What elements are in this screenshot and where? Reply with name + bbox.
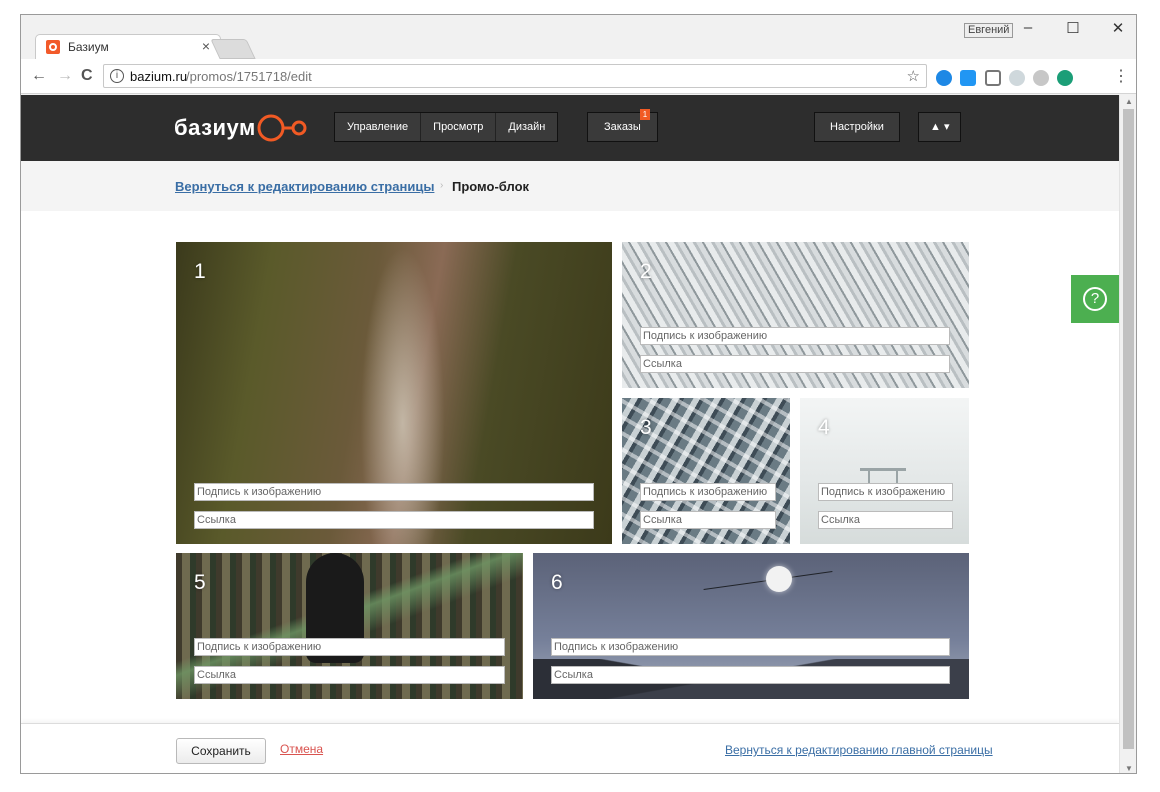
browser-menu-icon[interactable]: ⋮: [1113, 66, 1129, 86]
address-bar[interactable]: i bazium.ru /promos/1751718/edit ☆: [103, 64, 927, 88]
minimize-button[interactable]: –: [1013, 19, 1043, 36]
breadcrumb-back-link[interactable]: Вернуться к редактированию страницы: [175, 179, 434, 194]
scroll-up-icon[interactable]: ▲: [1125, 97, 1133, 106]
nav-design[interactable]: Дизайн: [496, 113, 558, 141]
pier-illustration: [860, 468, 906, 489]
user-menu-button[interactable]: ▲ ▾: [919, 113, 961, 141]
tile-number: 1: [194, 260, 206, 283]
tile-link-input[interactable]: [194, 511, 594, 529]
tab-title: Базиум: [68, 40, 109, 54]
reload-icon[interactable]: C: [81, 67, 93, 85]
tile-number: 5: [194, 571, 206, 594]
browser-tab[interactable]: Базиум ×: [35, 34, 221, 59]
nav-preview[interactable]: Просмотр: [421, 113, 497, 141]
moon-illustration: [766, 566, 792, 592]
site-logo-icon[interactable]: [257, 114, 309, 142]
site-header: базиум Управление Просмотр Дизайн Заказы…: [21, 95, 1119, 161]
breadcrumb-current: Промо-блок: [452, 179, 530, 194]
back-to-main-link[interactable]: Вернуться к редактированию главной стран…: [725, 743, 993, 757]
forward-arrow-icon[interactable]: →: [57, 67, 73, 85]
tile-caption-input[interactable]: [640, 483, 776, 501]
tile-link-input[interactable]: [818, 511, 953, 529]
tile-number: 3: [640, 416, 652, 439]
tile-link-input[interactable]: [640, 355, 950, 373]
title-bar: Базиум × Евгений – ☐ ✕: [21, 15, 1136, 59]
page-viewport: базиум Управление Просмотр Дизайн Заказы…: [21, 95, 1119, 773]
url-host: bazium.ru: [130, 69, 188, 84]
promo-tile-2[interactable]: 2: [622, 242, 969, 388]
orders-badge: 1: [640, 109, 650, 120]
url-path: /promos/1751718/edit: [186, 69, 312, 84]
main-nav: Управление Просмотр Дизайн: [334, 112, 559, 142]
settings-nav: Настройки: [814, 112, 900, 142]
cancel-link[interactable]: Отмена: [280, 742, 323, 756]
scroll-down-icon[interactable]: ▼: [1125, 764, 1133, 773]
vertical-scrollbar[interactable]: ▲ ▼: [1119, 95, 1136, 773]
tile-number: 4: [818, 416, 830, 439]
save-button[interactable]: Сохранить: [176, 738, 266, 764]
close-window-button[interactable]: ✕: [1103, 19, 1133, 37]
site-info-icon[interactable]: i: [110, 69, 124, 83]
extension-green-icon[interactable]: [1057, 70, 1073, 86]
user-nav: ▲ ▾: [918, 112, 962, 142]
tile-caption-input[interactable]: [194, 638, 505, 656]
profile-name[interactable]: Евгений: [964, 23, 1014, 38]
tile-caption-input[interactable]: [194, 483, 594, 501]
bookmark-star-icon[interactable]: ☆: [907, 67, 920, 85]
site-logo-text[interactable]: базиум: [174, 115, 256, 141]
promo-tile-1[interactable]: 1: [176, 242, 612, 544]
extension-leaf-icon[interactable]: [1033, 70, 1049, 86]
promo-tile-5[interactable]: 5: [176, 553, 523, 699]
nav-manage[interactable]: Управление: [335, 113, 422, 141]
tile-number: 6: [551, 571, 563, 594]
tile-caption-input[interactable]: [551, 638, 950, 656]
tile-caption-input[interactable]: [640, 327, 950, 345]
nav-settings[interactable]: Настройки: [815, 113, 899, 141]
breadcrumb: Вернуться к редактированию страницы › Пр…: [21, 161, 1119, 211]
promo-tile-3[interactable]: 3: [622, 398, 790, 544]
extension-dropbox-icon[interactable]: [1009, 70, 1025, 86]
promo-tile-6[interactable]: 6: [533, 553, 969, 699]
browser-window: Базиум × Евгений – ☐ ✕ ← → C i bazium.ru…: [20, 14, 1137, 774]
help-button[interactable]: ?: [1071, 275, 1119, 323]
scroll-thumb[interactable]: [1123, 109, 1134, 749]
tile-link-input[interactable]: [194, 666, 505, 684]
footer-bar: Сохранить Отмена Вернуться к редактирова…: [21, 723, 1119, 773]
help-question-icon: ?: [1083, 287, 1107, 311]
back-arrow-icon[interactable]: ←: [31, 67, 47, 85]
promo-tile-4[interactable]: 4: [800, 398, 969, 544]
maximize-button[interactable]: ☐: [1058, 19, 1088, 37]
tile-number: 2: [640, 260, 652, 283]
bazium-favicon-icon: [46, 40, 60, 54]
extension-s-icon[interactable]: [960, 70, 976, 86]
breadcrumb-separator: ›: [440, 180, 444, 191]
browser-toolbar: ← → C i bazium.ru /promos/1751718/edit ☆…: [21, 59, 1136, 94]
tile-link-input[interactable]: [551, 666, 950, 684]
tab-close-icon[interactable]: ×: [202, 38, 210, 54]
tile-link-input[interactable]: [640, 511, 776, 529]
extension-blue-circle-icon[interactable]: [936, 70, 952, 86]
tile-caption-input[interactable]: [818, 483, 953, 501]
extension-screenshot-icon[interactable]: [985, 70, 1001, 86]
